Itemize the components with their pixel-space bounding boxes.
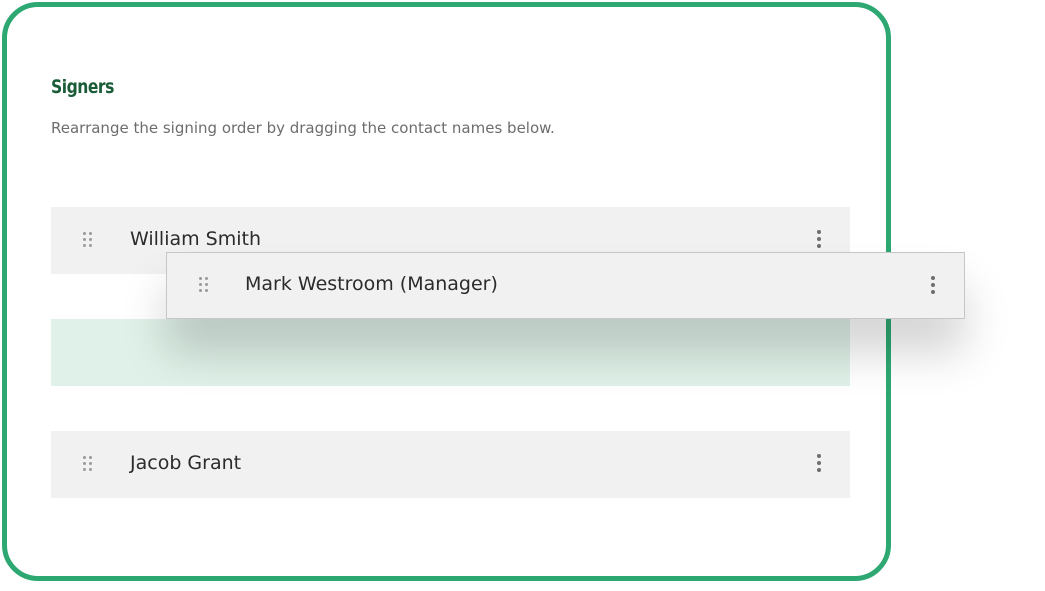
drag-handle-icon[interactable] (83, 232, 95, 250)
section-description: Rearrange the signing order by dragging … (51, 119, 555, 137)
signer-name: Mark Westroom (Manager) (245, 273, 498, 295)
more-vertical-icon[interactable] (816, 454, 822, 474)
signer-name: William Smith (130, 228, 262, 250)
drag-handle-icon[interactable] (83, 456, 95, 474)
signer-name: Jacob Grant (130, 452, 242, 474)
dragging-signer-row[interactable]: Mark Westroom (Manager) (166, 252, 965, 319)
signer-row[interactable]: Jacob Grant (51, 431, 850, 498)
more-vertical-icon[interactable] (930, 276, 936, 296)
drag-handle-icon[interactable] (199, 277, 211, 295)
section-title: Signers (51, 76, 114, 98)
more-vertical-icon[interactable] (816, 230, 822, 250)
drop-placeholder (51, 319, 850, 386)
